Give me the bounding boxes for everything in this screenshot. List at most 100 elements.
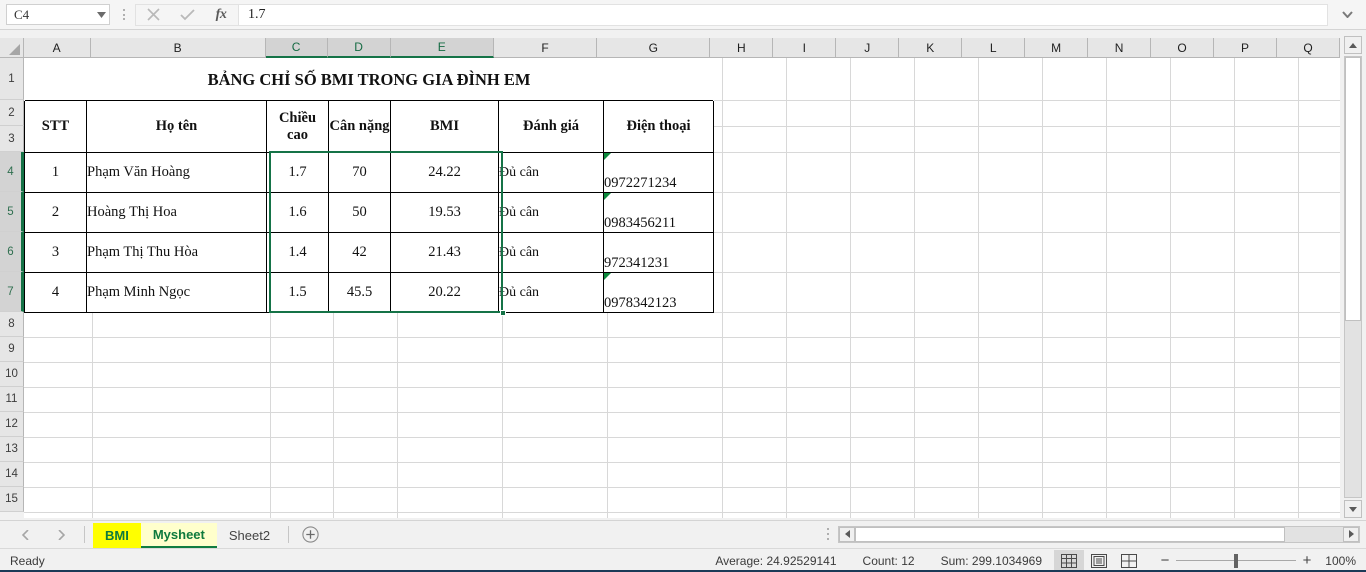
column-header-I[interactable]: I bbox=[773, 38, 837, 58]
scroll-left-button[interactable] bbox=[839, 526, 855, 542]
vertical-scrollbar[interactable] bbox=[1340, 34, 1366, 520]
column-header-L[interactable]: L bbox=[962, 38, 1026, 58]
column-header-N[interactable]: N bbox=[1088, 38, 1152, 58]
vertical-scroll-track[interactable] bbox=[1344, 56, 1362, 498]
sheet-tab-mysheet[interactable]: Mysheet bbox=[140, 522, 217, 549]
row-header-4[interactable]: 4 bbox=[0, 152, 24, 192]
cell-stt[interactable]: 4 bbox=[24, 272, 87, 313]
cancel-x-icon[interactable] bbox=[136, 5, 170, 25]
column-header-F[interactable]: F bbox=[493, 38, 598, 58]
column-header-A[interactable]: A bbox=[23, 38, 91, 58]
cell-phone[interactable]: 0972271234 bbox=[603, 152, 714, 193]
cell-bmi[interactable]: 19.53 bbox=[390, 192, 499, 233]
fx-icon[interactable]: fx bbox=[204, 5, 238, 25]
sheet-tab-bmi[interactable]: BMI bbox=[93, 522, 141, 549]
row-header-10[interactable]: 10 bbox=[0, 362, 24, 387]
cell-phone[interactable]: 0978342123 bbox=[603, 272, 714, 313]
status-sum[interactable]: Sum: 299.1034969 bbox=[941, 554, 1042, 568]
status-count[interactable]: Count: 12 bbox=[863, 554, 915, 568]
page-layout-view-button[interactable] bbox=[1084, 550, 1114, 572]
cell-bmi[interactable]: 21.43 bbox=[390, 232, 499, 273]
cell-stt[interactable]: 3 bbox=[24, 232, 87, 273]
chevron-down-icon[interactable] bbox=[93, 5, 109, 24]
cell-phone[interactable]: 972341231 bbox=[603, 232, 714, 273]
cell-stt[interactable]: 1 bbox=[24, 152, 87, 193]
column-header-O[interactable]: O bbox=[1151, 38, 1215, 58]
selection-fill-handle[interactable] bbox=[500, 310, 506, 316]
row-header-7[interactable]: 7 bbox=[0, 272, 24, 312]
cell-rating[interactable]: Đủ cân bbox=[498, 232, 604, 273]
cell-weight[interactable]: 70 bbox=[328, 152, 391, 193]
column-header-H[interactable]: H bbox=[710, 38, 774, 58]
row-header-3[interactable]: 3 bbox=[0, 126, 24, 152]
row-header-5[interactable]: 5 bbox=[0, 192, 24, 232]
cell-rating[interactable]: Đủ cân bbox=[498, 152, 604, 193]
row-header-12[interactable]: 12 bbox=[0, 412, 24, 437]
column-header-K[interactable]: K bbox=[899, 38, 963, 58]
sheet-nav-buttons bbox=[16, 526, 70, 544]
formula-input[interactable]: 1.7 bbox=[238, 3, 1328, 26]
page-break-view-button[interactable] bbox=[1114, 550, 1144, 572]
horizontal-scroll-thumb[interactable] bbox=[855, 526, 1285, 542]
cell-height[interactable]: 1.5 bbox=[266, 272, 329, 313]
sheet-tab-sheet2[interactable]: Sheet2 bbox=[217, 523, 282, 549]
normal-view-button[interactable] bbox=[1054, 549, 1084, 572]
cell-name[interactable]: Phạm Minh Ngọc bbox=[86, 272, 267, 313]
row-header-9[interactable]: 9 bbox=[0, 337, 24, 362]
zoom-in-button[interactable]: + bbox=[1296, 552, 1318, 569]
vertical-scroll-thumb[interactable] bbox=[1345, 57, 1361, 321]
chevron-left-icon[interactable] bbox=[16, 526, 34, 544]
cell-bmi[interactable]: 20.22 bbox=[390, 272, 499, 313]
cell-weight[interactable]: 45.5 bbox=[328, 272, 391, 313]
cell-height[interactable]: 1.4 bbox=[266, 232, 329, 273]
plus-circle-icon[interactable] bbox=[295, 522, 325, 548]
cell-name[interactable]: Hoàng Thị Hoa bbox=[86, 192, 267, 233]
zoom-slider-knob[interactable] bbox=[1234, 553, 1238, 568]
row-header-2[interactable]: 2 bbox=[0, 100, 24, 126]
tab-divider bbox=[84, 526, 85, 543]
column-header-C[interactable]: C bbox=[265, 38, 328, 58]
check-icon[interactable] bbox=[170, 5, 204, 25]
column-header-Q[interactable]: Q bbox=[1277, 38, 1341, 58]
scroll-down-button[interactable] bbox=[1344, 500, 1362, 518]
column-header-J[interactable]: J bbox=[836, 38, 900, 58]
worksheet-grid[interactable]: BẢNG CHỈ SỐ BMI TRONG GIA ĐÌNH EM STT Họ… bbox=[24, 58, 1340, 518]
row-header-14[interactable]: 14 bbox=[0, 462, 24, 487]
cell-height[interactable]: 1.7 bbox=[266, 152, 329, 193]
scroll-right-button[interactable] bbox=[1343, 526, 1359, 542]
cell-rating[interactable]: Đủ cân bbox=[498, 272, 604, 313]
cell-phone[interactable]: 0983456211 bbox=[603, 192, 714, 233]
column-header-B[interactable]: B bbox=[90, 38, 266, 58]
row-header-15[interactable]: 15 bbox=[0, 487, 24, 512]
cell-weight[interactable]: 50 bbox=[328, 192, 391, 233]
zoom-out-button[interactable]: − bbox=[1154, 552, 1176, 569]
horizontal-scroll-track[interactable] bbox=[838, 525, 1360, 543]
column-header-P[interactable]: P bbox=[1214, 38, 1278, 58]
tab-split-handle[interactable] bbox=[818, 523, 838, 545]
horizontal-scrollbar[interactable] bbox=[818, 520, 1366, 548]
cell-height[interactable]: 1.6 bbox=[266, 192, 329, 233]
column-header-D[interactable]: D bbox=[327, 38, 391, 58]
cell-bmi[interactable]: 24.22 bbox=[390, 152, 499, 193]
row-header-6[interactable]: 6 bbox=[0, 232, 24, 272]
name-box[interactable]: C4 bbox=[6, 4, 110, 25]
zoom-level-label[interactable]: 100% bbox=[1318, 554, 1366, 568]
formula-bar-expand-icon[interactable] bbox=[1328, 4, 1366, 26]
chevron-right-icon[interactable] bbox=[52, 526, 70, 544]
column-header-G[interactable]: G bbox=[597, 38, 711, 58]
row-header-11[interactable]: 11 bbox=[0, 387, 24, 412]
cell-rating[interactable]: Đủ cân bbox=[498, 192, 604, 233]
select-all-corner[interactable] bbox=[0, 38, 24, 58]
row-header-13[interactable]: 13 bbox=[0, 437, 24, 462]
row-header-8[interactable]: 8 bbox=[0, 312, 24, 337]
column-header-E[interactable]: E bbox=[390, 38, 494, 58]
cell-weight[interactable]: 42 bbox=[328, 232, 391, 273]
cell-name[interactable]: Phạm Văn Hoàng bbox=[86, 152, 267, 193]
status-average[interactable]: Average: 24.92529141 bbox=[715, 554, 836, 568]
column-header-M[interactable]: M bbox=[1025, 38, 1089, 58]
zoom-slider[interactable] bbox=[1176, 552, 1296, 569]
cell-stt[interactable]: 2 bbox=[24, 192, 87, 233]
scroll-up-button[interactable] bbox=[1344, 36, 1362, 54]
row-header-1[interactable]: 1 bbox=[0, 58, 24, 100]
cell-name[interactable]: Phạm Thị Thu Hòa bbox=[86, 232, 267, 273]
